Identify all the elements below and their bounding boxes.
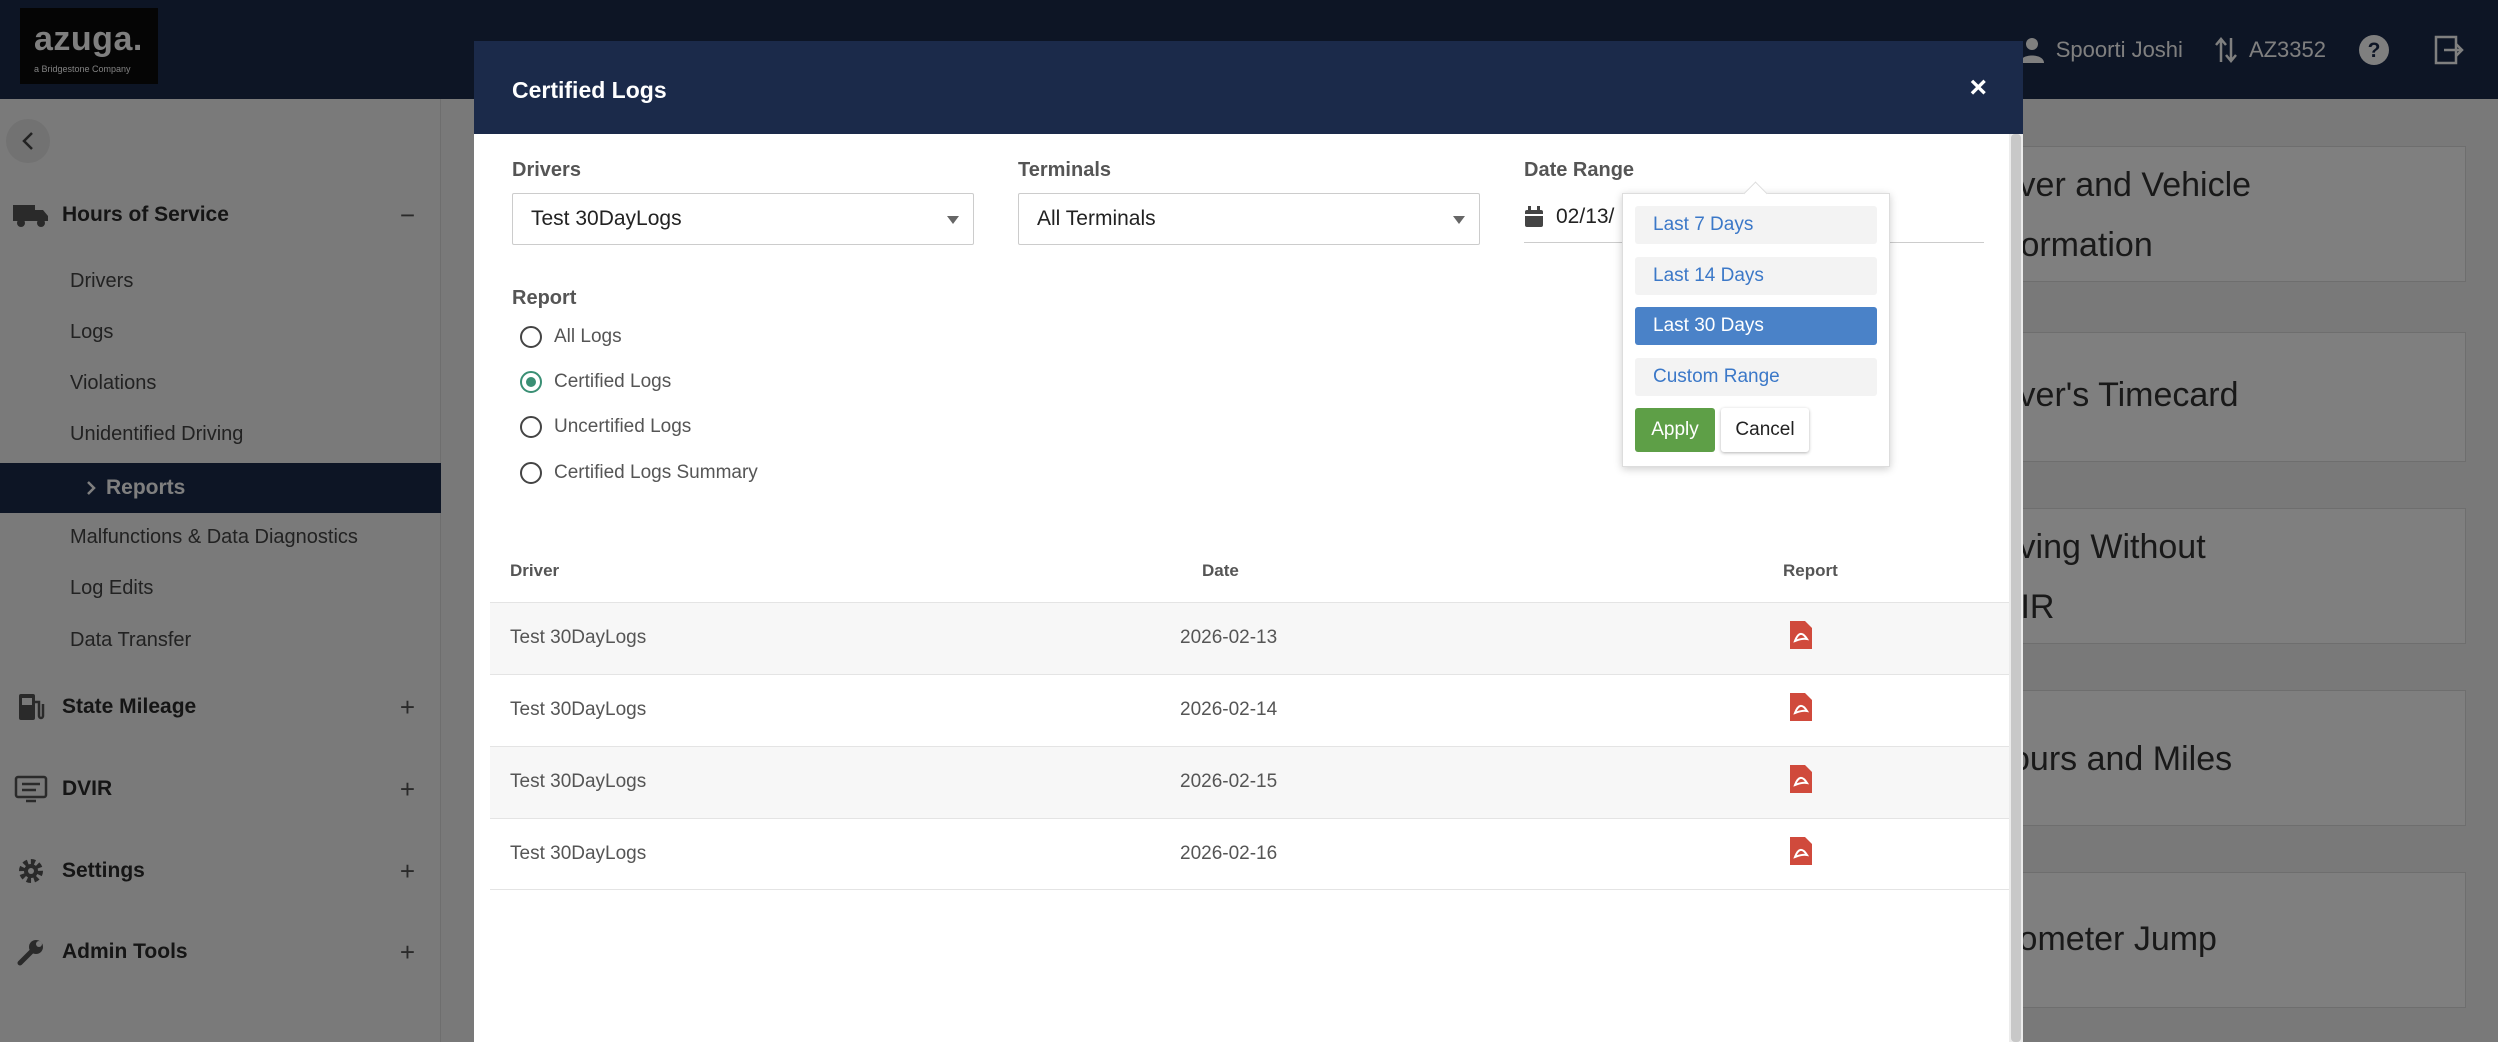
radio-circle bbox=[520, 326, 542, 348]
driver-cell: Test 30DayLogs bbox=[510, 627, 647, 648]
date-cell: 2026-02-16 bbox=[1180, 843, 1278, 864]
table-row: Test 30DayLogs 2026-02-13 bbox=[490, 602, 2009, 674]
driver-cell: Test 30DayLogs bbox=[510, 699, 647, 720]
table-row: Test 30DayLogs 2026-02-15 bbox=[490, 746, 2009, 818]
scrollbar-thumb[interactable] bbox=[2011, 134, 2021, 1042]
date-cell: 2026-02-13 bbox=[1180, 627, 1278, 648]
radio-label: Uncertified Logs bbox=[554, 416, 692, 437]
terminals-label: Terminals bbox=[1018, 159, 1111, 181]
certified-logs-modal: Certified Logs × Drivers Test 30DayLogs … bbox=[474, 41, 2023, 1042]
range-option-last-7-days[interactable]: Last 7 Days bbox=[1635, 206, 1877, 244]
driver-cell: Test 30DayLogs bbox=[510, 843, 647, 864]
apply-button[interactable]: Apply bbox=[1635, 408, 1715, 452]
drivers-value: Test 30DayLogs bbox=[531, 207, 682, 230]
terminals-value: All Terminals bbox=[1037, 207, 1156, 230]
pdf-icon[interactable] bbox=[1790, 765, 1812, 798]
report-label: Report bbox=[512, 287, 577, 309]
date-cell: 2026-02-14 bbox=[1180, 699, 1278, 720]
modal-scrollbar[interactable] bbox=[2009, 134, 2023, 1042]
cancel-button[interactable]: Cancel bbox=[1721, 408, 1809, 452]
pdf-icon[interactable] bbox=[1790, 621, 1812, 654]
date-cell: 2026-02-15 bbox=[1180, 771, 1278, 792]
date-range-dropdown: Last 7 Days Last 14 Days Last 30 Days Cu… bbox=[1622, 193, 1890, 467]
radio-label: All Logs bbox=[554, 326, 622, 347]
close-icon[interactable]: × bbox=[1969, 71, 1987, 105]
radio-circle-selected bbox=[520, 371, 542, 393]
radio-label: Certified Logs bbox=[554, 371, 672, 392]
radio-certified-logs-summary[interactable]: Certified Logs Summary bbox=[520, 462, 758, 484]
range-option-custom-range[interactable]: Custom Range bbox=[1635, 358, 1877, 396]
radio-certified-logs[interactable]: Certified Logs bbox=[520, 371, 671, 393]
column-header-date[interactable]: Date bbox=[1202, 561, 1239, 581]
radio-all-logs[interactable]: All Logs bbox=[520, 326, 622, 348]
radio-uncertified-logs[interactable]: Uncertified Logs bbox=[520, 416, 691, 438]
pdf-icon[interactable] bbox=[1790, 693, 1812, 726]
drivers-select[interactable]: Test 30DayLogs bbox=[512, 193, 974, 245]
range-option-last-30-days[interactable]: Last 30 Days bbox=[1635, 307, 1877, 345]
drivers-label: Drivers bbox=[512, 159, 581, 181]
column-header-report[interactable]: Report bbox=[1783, 561, 1838, 581]
caret-down-icon bbox=[1453, 216, 1465, 224]
modal-header: Certified Logs × bbox=[474, 41, 2023, 134]
driver-cell: Test 30DayLogs bbox=[510, 771, 647, 792]
caret-down-icon bbox=[947, 216, 959, 224]
radio-circle bbox=[520, 416, 542, 438]
radio-circle bbox=[520, 462, 542, 484]
modal-title: Certified Logs bbox=[512, 77, 667, 103]
date-range-label: Date Range bbox=[1524, 159, 1635, 181]
table-row: Test 30DayLogs 2026-02-14 bbox=[490, 674, 2009, 746]
pdf-icon[interactable] bbox=[1790, 837, 1812, 870]
column-header-driver[interactable]: Driver bbox=[510, 561, 559, 581]
date-range-value: 02/13/ bbox=[1556, 204, 1615, 228]
table-row: Test 30DayLogs 2026-02-16 bbox=[490, 818, 2009, 890]
radio-label: Certified Logs Summary bbox=[554, 462, 758, 483]
calendar-icon bbox=[1525, 205, 1543, 227]
range-option-last-14-days[interactable]: Last 14 Days bbox=[1635, 257, 1877, 295]
terminals-select[interactable]: All Terminals bbox=[1018, 193, 1480, 245]
